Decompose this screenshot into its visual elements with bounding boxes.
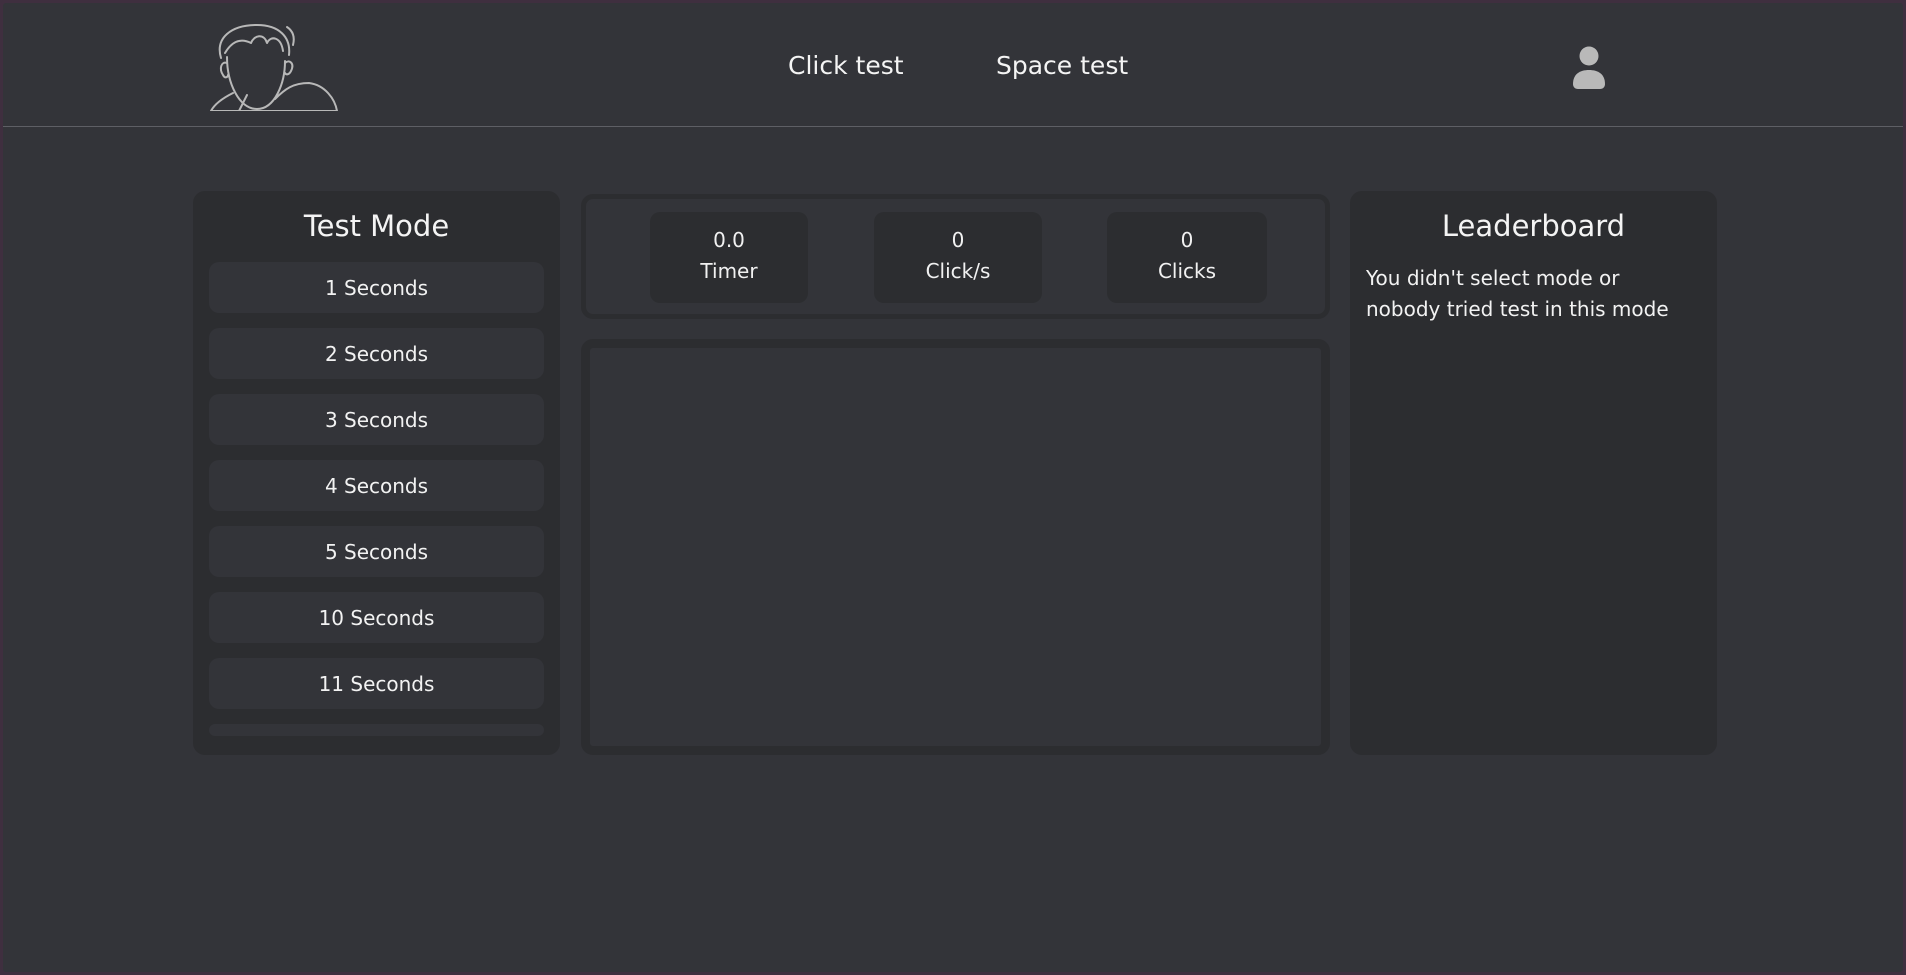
clicks-per-second-stat: 0 Click/s — [874, 212, 1042, 303]
leaderboard-message: You didn't select mode or nobody tried t… — [1366, 266, 1669, 321]
mode-option-2-seconds[interactable]: 2 Seconds — [209, 328, 544, 379]
nav-click-test[interactable]: Click test — [788, 51, 904, 80]
mode-option-4-seconds[interactable]: 4 Seconds — [209, 460, 544, 511]
mode-option-partial[interactable] — [209, 724, 544, 736]
cps-label: Click/s — [925, 259, 991, 283]
mode-option-1-seconds[interactable]: 1 Seconds — [209, 262, 544, 313]
clicks-value: 0 — [1180, 228, 1194, 252]
leaderboard-title: Leaderboard — [1441, 209, 1626, 243]
timer-value: 0.0 — [713, 228, 745, 252]
clicks-label: Clicks — [1157, 259, 1217, 283]
test-mode-panel: Test Mode 1 Seconds 2 Seconds 3 Seconds … — [193, 191, 560, 755]
timer-stat: 0.0 Timer — [650, 212, 808, 303]
mode-option-10-seconds[interactable]: 10 Seconds — [209, 592, 544, 643]
test-mode-title: Test Mode — [303, 209, 450, 243]
app-frame: Click test Space test Test Mode 1 Second… — [3, 3, 1903, 972]
mode-option-3-seconds[interactable]: 3 Seconds — [209, 394, 544, 445]
click-area[interactable] — [581, 339, 1330, 755]
timer-label: Timer — [700, 259, 758, 283]
stats-panel: 0.0 Timer 0 Click/s 0 Clicks — [581, 194, 1330, 319]
test-mode-list[interactable]: 1 Seconds 2 Seconds 3 Seconds 4 Seconds … — [209, 262, 544, 751]
mode-option-11-seconds[interactable]: 11 Seconds — [209, 658, 544, 709]
cps-value: 0 — [951, 228, 965, 252]
logo-sketch-icon[interactable] — [209, 23, 339, 111]
user-icon[interactable] — [1572, 46, 1606, 89]
mode-option-5-seconds[interactable]: 5 Seconds — [209, 526, 544, 577]
clicks-stat: 0 Clicks — [1107, 212, 1267, 303]
leaderboard-panel: Leaderboard You didn't select mode or no… — [1350, 191, 1717, 755]
nav-space-test[interactable]: Space test — [996, 51, 1128, 80]
top-header: Click test Space test — [3, 3, 1903, 127]
